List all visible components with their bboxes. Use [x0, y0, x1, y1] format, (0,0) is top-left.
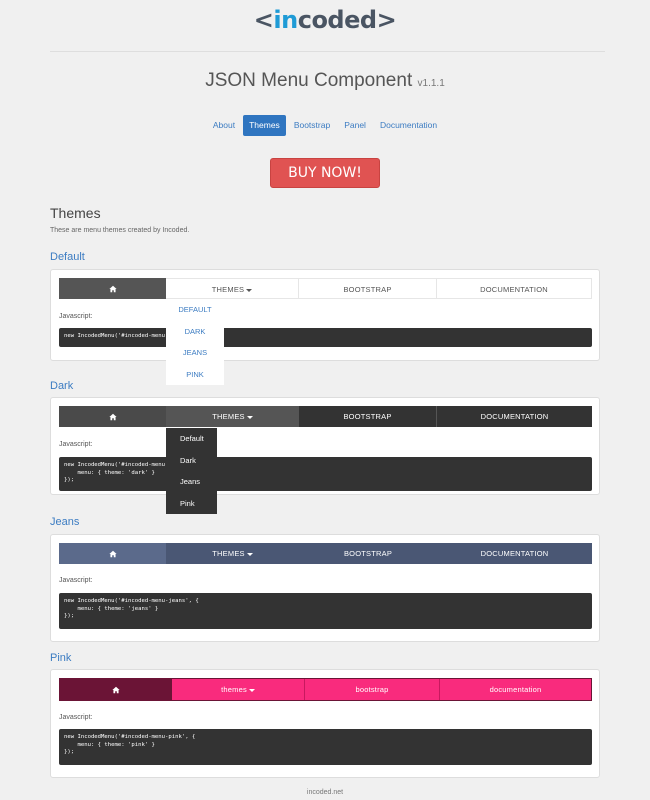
jeans-menu-documentation[interactable]: DOCUMENTATION: [437, 543, 592, 564]
default-menu-bootstrap[interactable]: BOOTSTRAP: [299, 278, 437, 299]
dark-menu-bootstrap[interactable]: BOOTSTRAP: [299, 406, 437, 427]
default-menu-themes[interactable]: THEMES: [166, 278, 299, 299]
dark-menu-documentation[interactable]: DOCUMENTATION: [437, 406, 592, 427]
dark-theme-title: Dark: [50, 380, 74, 392]
pink-code-block: new IncodedMenu('#incoded-menu-pink', { …: [59, 729, 592, 765]
home-icon: [112, 686, 120, 694]
default-dropdown-default[interactable]: DEFAULT: [166, 299, 224, 321]
jeans-theme-title: Jeans: [50, 516, 80, 528]
pink-theme-panel: themes bootstrap documentation Javascrip…: [50, 669, 600, 778]
logo-part-in: in: [273, 6, 298, 34]
default-dropdown-jeans[interactable]: JEANS: [166, 342, 224, 364]
default-menu-home[interactable]: [59, 278, 166, 299]
default-menu-documentation[interactable]: DOCUMENTATION: [437, 278, 592, 299]
jeans-menu-bootstrap[interactable]: BOOTSTRAP: [299, 543, 437, 564]
version-label: v1.1.1: [417, 78, 445, 89]
default-menu-bar: THEMES BOOTSTRAP DOCUMENTATION: [59, 278, 592, 299]
pink-menu-themes-label: themes: [221, 685, 247, 694]
default-js-label: Javascript:: [59, 313, 93, 320]
pink-menu-home[interactable]: [60, 679, 172, 700]
jeans-menu-home[interactable]: [59, 543, 166, 564]
dark-dropdown-default[interactable]: Default: [180, 428, 217, 450]
caret-down-icon: [246, 288, 253, 292]
incoded-logo[interactable]: <incoded>: [0, 6, 650, 34]
dark-dropdown: Default Dark Jeans Pink: [166, 428, 217, 514]
jeans-theme-panel: THEMES BOOTSTRAP DOCUMENTATION Javascrip…: [50, 534, 600, 642]
default-menu-themes-label: THEMES: [211, 285, 245, 294]
footer-link[interactable]: incoded.net: [0, 789, 650, 796]
buy-now-button[interactable]: BUY NOW!: [270, 158, 380, 188]
main-nav: About Themes Bootstrap Panel Documentati…: [0, 115, 650, 136]
nav-bootstrap[interactable]: Bootstrap: [288, 115, 336, 136]
page-title-text: JSON Menu Component: [205, 70, 413, 91]
dark-code-block: new IncodedMenu('#incoded-menu- menu: { …: [59, 457, 592, 491]
nav-themes[interactable]: Themes: [243, 115, 286, 136]
dark-dropdown-dark[interactable]: Dark: [180, 450, 217, 472]
dark-dropdown-jeans[interactable]: Jeans: [180, 471, 217, 493]
dark-menu-home[interactable]: [59, 406, 166, 427]
pink-menu-bar: themes bootstrap documentation: [59, 678, 592, 701]
jeans-js-label: Javascript:: [59, 577, 93, 584]
pink-menu-documentation[interactable]: documentation: [440, 679, 591, 700]
default-dropdown: DEFAULT DARK JEANS PINK: [166, 299, 224, 385]
logo-bracket-close: >: [376, 6, 397, 34]
dark-menu-bar: THEMES BOOTSTRAP DOCUMENTATION: [59, 406, 592, 427]
header-divider: [50, 51, 605, 52]
dark-menu-themes[interactable]: THEMES: [166, 406, 299, 427]
default-dropdown-dark[interactable]: DARK: [166, 321, 224, 343]
pink-theme-title: Pink: [50, 652, 72, 664]
default-theme-title: Default: [50, 251, 85, 263]
pink-menu-bootstrap[interactable]: bootstrap: [305, 679, 440, 700]
dark-menu-themes-label: THEMES: [212, 412, 245, 421]
default-theme-panel: THEMES BOOTSTRAP DOCUMENTATION Javascrip…: [50, 269, 600, 361]
dark-dropdown-pink[interactable]: Pink: [180, 493, 217, 515]
themes-heading: Themes: [50, 205, 101, 221]
pink-menu-themes[interactable]: themes: [172, 679, 305, 700]
page-title: JSON Menu Component v1.1.1: [0, 70, 650, 92]
caret-down-icon: [246, 552, 253, 556]
dark-js-label: Javascript:: [59, 441, 93, 448]
jeans-menu-themes-label: THEMES: [212, 549, 245, 558]
logo-bracket-open: <: [253, 6, 274, 34]
caret-down-icon: [248, 688, 255, 692]
home-icon: [108, 550, 117, 558]
dark-theme-panel: THEMES BOOTSTRAP DOCUMENTATION Javascrip…: [50, 397, 600, 495]
default-code-block: new IncodedMenu('#incoded-menu: [59, 328, 592, 347]
jeans-menu-themes[interactable]: THEMES: [166, 543, 299, 564]
logo-part-coded: coded: [297, 6, 377, 34]
caret-down-icon: [246, 415, 253, 419]
home-icon: [108, 285, 117, 293]
pink-js-label: Javascript:: [59, 714, 93, 721]
nav-panel[interactable]: Panel: [338, 115, 372, 136]
nav-about[interactable]: About: [207, 115, 241, 136]
nav-documentation[interactable]: Documentation: [374, 115, 443, 136]
jeans-code-block: new IncodedMenu('#incoded-menu-jeans', {…: [59, 593, 592, 629]
themes-description: These are menu themes created by Incoded…: [50, 227, 190, 234]
home-icon: [108, 413, 117, 421]
jeans-menu-bar: THEMES BOOTSTRAP DOCUMENTATION: [59, 543, 592, 564]
default-dropdown-pink[interactable]: PINK: [166, 364, 224, 386]
